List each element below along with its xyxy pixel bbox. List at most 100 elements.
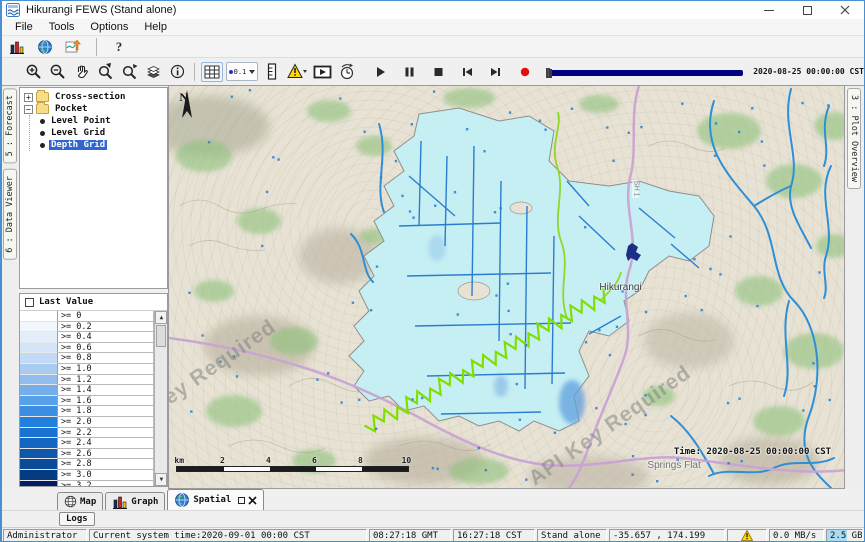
tree-leaf-level-point[interactable]: Level Point [34,115,167,127]
legend-row[interactable]: >= 0.8 [20,353,154,364]
grid-button[interactable] [201,62,223,82]
layers-icon [145,63,162,80]
record-button[interactable] [514,62,536,82]
menu-tools[interactable]: Tools [41,20,83,35]
tab-map[interactable]: Map [57,492,103,510]
legend-row[interactable]: >= 1.4 [20,385,154,396]
spatial-display-button[interactable] [62,37,84,57]
legend-row[interactable]: >= 1.0 [20,364,154,375]
class-dropdown[interactable]: 0.1 [226,62,259,81]
map-view[interactable]: N API Key Required API Key Required Hiku… [169,86,844,488]
menu-file[interactable]: File [7,20,41,35]
status-warning-cell[interactable] [727,529,767,542]
tree-leaf-depth-grid[interactable]: Depth Grid [34,139,167,151]
legend-row[interactable]: >= 1.6 [20,396,154,407]
step-back-button[interactable] [456,62,478,82]
legend-swatch [20,449,58,460]
legend-row[interactable]: >= 0.6 [20,343,154,354]
tree-node-pocket[interactable]: −Pocket [22,103,167,115]
map-toolbar: 0.1 2020-08-25 00:00:00 CST [2,58,864,86]
status-mode: Stand alone [537,529,607,542]
legend-swatch [20,428,58,439]
timeline-tick [548,69,549,77]
legend-row[interactable]: >= 2.0 [20,417,154,428]
scale-unit: km [174,456,184,465]
logs-button[interactable]: Logs [59,512,95,526]
tab-spatial[interactable]: Spatial [167,489,264,510]
warning-dropdown-button[interactable] [286,62,308,82]
zoom-previous-button[interactable] [94,62,116,82]
zoom-out-button[interactable] [46,62,68,82]
legend-row[interactable]: >= 2.2 [20,428,154,439]
legend-row[interactable]: >= 2.8 [20,459,154,470]
scale-segment [177,467,223,471]
tab-plot-overview[interactable]: 3 : Plot Overview [847,88,861,189]
window-title: Hikurangi FEWS (Stand alone) [26,4,176,16]
tab-graph[interactable]: Graph [105,492,165,510]
town-label: Hikurangi [599,282,641,293]
legend-row[interactable]: >= 2.6 [20,449,154,460]
legend-swatch [20,343,58,354]
legend-row[interactable]: >= 1.8 [20,406,154,417]
globe-icon [174,492,190,508]
legend-row[interactable]: >= 0 [20,311,154,322]
help-button[interactable]: ? [109,37,129,57]
close-tab-icon[interactable] [248,496,257,505]
tab-label: Map [80,497,96,507]
legend-scrollbar[interactable]: ▲ ▼ [154,311,167,486]
legend-swatch [20,322,58,333]
pan-button[interactable] [70,62,92,82]
menu-help[interactable]: Help [136,20,175,35]
ruler-button[interactable] [261,62,283,82]
data-display-button[interactable] [6,37,28,57]
node-bullet-icon [40,143,45,148]
legend-row[interactable]: >= 3.0 [20,470,154,481]
scale-segment [224,467,270,471]
zoom-previous-icon [97,63,114,80]
legend-row[interactable]: >= 0.4 [20,332,154,343]
timer-button[interactable] [336,62,358,82]
legend-label: >= 1.8 [58,406,154,417]
tab-data-viewer[interactable]: 6 : Data Viewer [3,169,17,260]
status-coordinates: -35.657 , 174.199 [609,529,725,542]
legend-swatch [20,311,58,322]
legend-row[interactable]: >= 3.2 [20,481,154,487]
zoom-next-button[interactable] [118,62,140,82]
zoom-in-button[interactable] [22,62,44,82]
stop-icon [431,65,445,79]
legend-row[interactable]: >= 1.2 [20,375,154,386]
info-icon [169,63,186,80]
menu-options[interactable]: Options [82,20,136,35]
animate-button[interactable] [311,62,333,82]
map-display-button[interactable] [34,37,56,57]
legend-label: >= 0.6 [58,343,154,354]
expand-icon[interactable]: + [24,93,33,102]
stop-button[interactable] [427,62,449,82]
tab-label: Graph [131,497,158,507]
collapse-icon[interactable]: − [24,105,33,114]
status-local-time: 16:27:18 CST [453,529,535,542]
maximize-tab-icon[interactable] [238,497,245,504]
last-value-checkbox[interactable] [25,298,34,307]
tree-leaf-level-grid[interactable]: Level Grid [34,127,167,139]
locality-label: Springs Flat [647,460,700,471]
scroll-down-icon[interactable]: ▼ [155,473,167,486]
close-button[interactable] [826,1,864,19]
layers-button[interactable] [142,62,164,82]
time-slider[interactable] [548,67,743,76]
north-arrow-icon [179,90,195,120]
pause-button[interactable] [398,62,420,82]
legend-row[interactable]: >= 2.4 [20,438,154,449]
scroll-up-icon[interactable]: ▲ [155,311,167,324]
scale-segment [270,467,316,471]
minimize-button[interactable] [750,1,788,19]
zoom-in-icon [25,63,42,80]
tab-forecast[interactable]: 5 : Forecast [3,88,17,163]
play-button[interactable] [369,62,391,82]
logs-row: Logs [2,510,864,527]
info-button[interactable] [166,62,188,82]
step-forward-button[interactable] [485,62,507,82]
legend-row[interactable]: >= 0.2 [20,322,154,333]
maximize-button[interactable] [788,1,826,19]
scroll-thumb[interactable] [156,325,166,347]
